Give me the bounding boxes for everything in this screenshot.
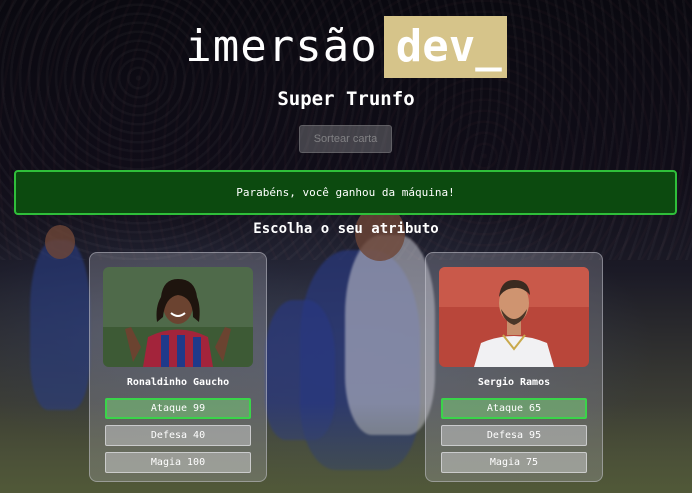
imersao-dev-logo: imersão dev_: [0, 16, 692, 78]
machine-photo: [439, 267, 589, 367]
machine-attributes: Ataque 65 Defesa 95 Magia 75: [441, 398, 589, 479]
player-card-name: Ronaldinho Gaucho: [126, 377, 230, 388]
machine-photo-image: [439, 267, 589, 367]
player-attribute-magia[interactable]: Magia 100: [105, 452, 251, 473]
result-message: Parabéns, você ganhou da máquina!: [236, 186, 455, 199]
player-photo-image: [103, 267, 253, 367]
machine-attribute-ataque[interactable]: Ataque 65: [441, 398, 587, 419]
player-card: Ronaldinho Gaucho Ataque 99 Defesa 40 Ma…: [89, 252, 267, 482]
page-title: Super Trunfo: [277, 88, 415, 110]
result-message-box: Parabéns, você ganhou da máquina!: [14, 170, 677, 215]
choose-attribute-heading: Escolha o seu atributo: [253, 221, 439, 237]
player-photo: [103, 267, 253, 367]
logo-badge: dev_: [383, 16, 507, 78]
player-attribute-ataque[interactable]: Ataque 99: [105, 398, 251, 419]
machine-attribute-magia[interactable]: Magia 75: [441, 452, 587, 473]
machine-card-name: Sergio Ramos: [477, 377, 551, 388]
draw-card-button[interactable]: Sortear carta: [299, 125, 392, 153]
machine-card: Sergio Ramos Ataque 65 Defesa 95 Magia 7…: [425, 252, 603, 482]
logo-text: imersão: [185, 21, 378, 72]
player-attribute-defesa[interactable]: Defesa 40: [105, 425, 251, 446]
player-attributes: Ataque 99 Defesa 40 Magia 100: [105, 398, 253, 479]
machine-attribute-defesa[interactable]: Defesa 95: [441, 425, 587, 446]
main-content: imersão dev_ Super Trunfo Sortear carta …: [0, 0, 692, 493]
